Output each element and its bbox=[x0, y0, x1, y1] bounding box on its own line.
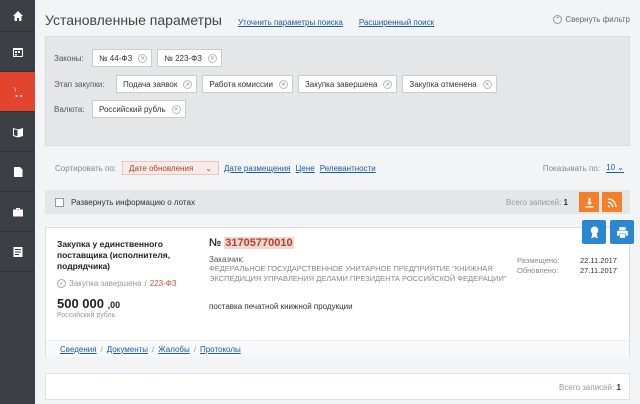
briefcase-icon bbox=[12, 207, 23, 216]
page-header: Установленные параметры Уточнить парамет… bbox=[45, 12, 635, 30]
remove-chip-icon[interactable]: ✕ bbox=[171, 104, 181, 114]
page-title: Установленные параметры bbox=[45, 12, 222, 28]
refine-search-link[interactable]: Уточнить параметры поиска bbox=[238, 18, 343, 27]
sort-option-relevance[interactable]: Релевантности bbox=[320, 164, 376, 173]
stage-chip[interactable]: Работа комиссии ✕ bbox=[202, 75, 293, 93]
collapse-filter-label: Свернуть фильтр bbox=[565, 15, 630, 24]
purchase-number[interactable]: № 31705770010 bbox=[209, 237, 294, 249]
sort-option-price[interactable]: Цене bbox=[296, 164, 315, 173]
tab-details[interactable]: Сведения bbox=[60, 345, 97, 354]
download-button[interactable] bbox=[579, 192, 599, 212]
tab-documents[interactable]: Документы bbox=[107, 345, 148, 354]
cart-icon bbox=[12, 87, 23, 97]
purchase-subject: поставка печатной книжной продукции bbox=[209, 302, 353, 311]
sidebar-item-calendar[interactable] bbox=[0, 32, 35, 72]
sidebar-item-business[interactable] bbox=[0, 192, 35, 232]
results-footer: Всего записей: 1 bbox=[45, 373, 630, 400]
home-icon bbox=[12, 10, 23, 21]
sidebar-item-documents[interactable] bbox=[0, 152, 35, 192]
expand-lots-label: Развернуть информацию о лотах bbox=[71, 197, 195, 207]
remove-chip-icon[interactable]: ✕ bbox=[383, 79, 393, 89]
laws-row: Законы: № 44-ФЗ ✕ № 223-ФЗ ✕ bbox=[54, 49, 227, 67]
price-currency: Российский рубль bbox=[57, 312, 116, 319]
purchase-price: 500 000 ,00 bbox=[57, 296, 121, 311]
purchase-dates: Размещено: 22.11.2017 Обновлено: 27.11.201… bbox=[517, 256, 617, 275]
list-icon bbox=[13, 246, 22, 257]
chevron-down-icon: ⌄ bbox=[205, 163, 212, 173]
page-size-label: Показывать по: bbox=[542, 163, 600, 173]
rss-button[interactable] bbox=[602, 192, 622, 212]
sort-label: Сортировать по: bbox=[55, 163, 117, 173]
collapse-filter-button[interactable]: ⌃ Свернуть фильтр bbox=[553, 15, 630, 24]
total-records: Всего записей: 1 bbox=[506, 197, 568, 207]
collapse-icon: ⌃ bbox=[553, 15, 563, 24]
currency-label: Валюта: bbox=[54, 104, 85, 114]
tab-complaints[interactable]: Жалобы bbox=[158, 345, 189, 354]
sidebar-item-catalog[interactable] bbox=[0, 112, 35, 152]
remove-chip-icon[interactable]: ✕ bbox=[183, 79, 193, 89]
sidebar-item-purchases[interactable] bbox=[0, 72, 35, 112]
advanced-search-link[interactable]: Расширенный поиск bbox=[359, 18, 434, 27]
sidebar bbox=[0, 0, 35, 404]
filter-panel: Законы: № 44-ФЗ ✕ № 223-ФЗ ✕ Этап закупки:… bbox=[45, 36, 630, 146]
stage-chip[interactable]: Закупка завершена ✕ bbox=[297, 75, 398, 93]
expand-lots-bar: Развернуть информацию о лотах Всего запи… bbox=[45, 190, 630, 214]
award-icon bbox=[590, 226, 598, 238]
purchase-type: Закупка у единственного поставщика (испо… bbox=[57, 239, 171, 271]
calendar-icon bbox=[12, 47, 23, 57]
customer-name[interactable]: ФЕДЕРАЛЬНОЕ ГОСУДАРСТВЕННОЕ УНИТАРНОЕ ПР… bbox=[209, 264, 509, 284]
total-records-footer: Всего записей: 1 bbox=[559, 383, 621, 392]
currency-chip[interactable]: Российский рубль ✕ bbox=[92, 100, 186, 118]
book-icon bbox=[12, 127, 23, 137]
remove-chip-icon[interactable]: ✕ bbox=[482, 79, 492, 89]
stage-chip[interactable]: Закупка отменена ✕ bbox=[402, 75, 497, 93]
sort-bar: Сортировать по: Дате обновления ⌄ Дате р… bbox=[45, 160, 630, 176]
document-icon bbox=[13, 166, 22, 177]
currency-row: Валюта: Российский рубль ✕ bbox=[54, 100, 191, 118]
sort-option-date[interactable]: Дате размещения bbox=[224, 164, 291, 173]
card-actions bbox=[582, 220, 634, 244]
certificate-button[interactable] bbox=[582, 220, 606, 244]
sidebar-item-home[interactable] bbox=[0, 0, 35, 32]
remove-chip-icon[interactable]: ✕ bbox=[138, 53, 148, 63]
sort-select[interactable]: Дате обновления ⌄ bbox=[122, 161, 219, 175]
check-circle-icon: ✓ bbox=[57, 279, 66, 288]
law-chip[interactable]: № 223-ФЗ ✕ bbox=[157, 49, 223, 67]
stage-label: Этап закупки: bbox=[54, 79, 105, 89]
rss-icon bbox=[607, 197, 617, 207]
stage-chip[interactable]: Подача заявок ✕ bbox=[116, 75, 198, 93]
printer-icon bbox=[616, 226, 628, 238]
remove-chip-icon[interactable]: ✕ bbox=[278, 79, 288, 89]
purchase-card: Закупка у единственного поставщика (испо… bbox=[45, 227, 630, 357]
expand-lots-checkbox[interactable] bbox=[55, 197, 64, 207]
law-chip[interactable]: № 44-ФЗ ✕ bbox=[92, 49, 153, 67]
stage-row: Этап закупки: Подача заявок ✕ Работа коми… bbox=[54, 75, 502, 93]
law-badge: 223-ФЗ bbox=[149, 279, 177, 288]
customer-label: Заказчик: bbox=[209, 255, 245, 264]
sidebar-item-reports[interactable] bbox=[0, 232, 35, 272]
download-icon bbox=[584, 197, 594, 208]
purchase-status: ✓ Закупка завершена / 223-ФЗ bbox=[57, 279, 177, 288]
print-button[interactable] bbox=[610, 220, 634, 244]
tab-protocols[interactable]: Протоколы bbox=[200, 345, 241, 354]
page-size-select[interactable]: 10 ⌄ bbox=[606, 163, 624, 173]
laws-label: Законы: bbox=[54, 53, 84, 63]
card-tabs: Сведения / Документы / Жалобы / Протокол… bbox=[46, 340, 629, 357]
remove-chip-icon[interactable]: ✕ bbox=[208, 53, 218, 63]
